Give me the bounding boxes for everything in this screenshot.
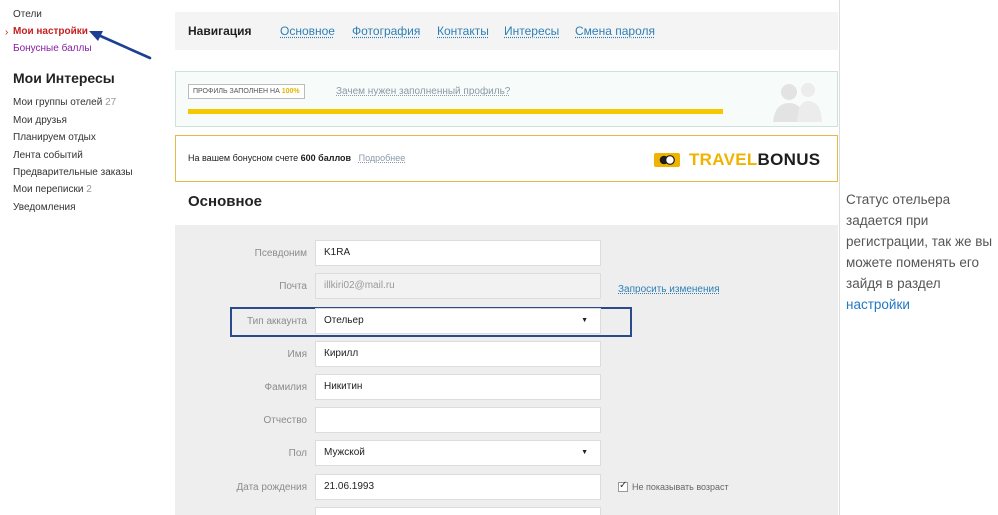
account-type-value: Отельер (324, 315, 364, 326)
active-marker-icon: › (5, 27, 9, 38)
badge-label: ПРОФИЛЬ ЗАПОЛНЕН НА (193, 88, 280, 95)
gender-value: Мужской (324, 447, 365, 458)
patronymic-input[interactable] (315, 407, 601, 433)
section-title: Основное (188, 193, 263, 210)
interests-heading: Мои Интересы (13, 70, 115, 86)
last-name-input[interactable]: Никитин (315, 374, 601, 400)
bonus-balance-text: На вашем бонусном счете 600 баллов Подро… (188, 153, 405, 163)
chevron-down-icon: ▼ (581, 317, 588, 324)
logo-travel-text: TRAVEL (689, 150, 758, 169)
hide-age-label: Не показывать возраст (632, 482, 729, 492)
tab-change-password[interactable]: Смена пароля (575, 24, 655, 38)
last-name-label: Фамилия (264, 382, 307, 393)
bonus-account-box: На вашем бонусном счете 600 баллов Подро… (175, 135, 838, 182)
profile-progress-bar (188, 109, 723, 114)
gender-select[interactable]: Мужской ▼ (315, 440, 601, 466)
badge-percent: 100% (281, 88, 300, 95)
sidebar-link-bonus-points[interactable]: Бонусные баллы (13, 42, 92, 55)
sidebar-item-label: Мои группы отелей (13, 97, 103, 108)
travelbonus-logo: TRAVEL BONUS (654, 150, 820, 170)
chevron-down-icon: ▼ (581, 449, 588, 456)
profile-completion-badge: ПРОФИЛЬ ЗАПОЛНЕН НА 100% (188, 84, 305, 99)
sidebar-link-hotels[interactable]: Отели (13, 8, 42, 21)
tab-basic[interactable]: Основное (280, 24, 335, 38)
checkbox-checked-icon (618, 480, 628, 492)
sidebar-item-preorders[interactable]: Предварительные заказы (13, 166, 133, 179)
tab-contacts[interactable]: Контакты (437, 24, 489, 38)
sidebar-item-event-feed[interactable]: Лента событий (13, 149, 83, 162)
patronymic-label: Отчество (263, 415, 307, 426)
request-change-link[interactable]: Запросить изменения (618, 284, 720, 295)
email-field: illkiri02@mail.ru (315, 273, 601, 299)
settings-link[interactable]: настройки (846, 297, 910, 312)
profile-form: Псевдоним K1RA Почта illkiri02@mail.ru З… (175, 225, 838, 515)
tab-photo[interactable]: Фотография (352, 24, 420, 38)
sidebar-link-my-settings[interactable]: Мои настройки (13, 25, 88, 38)
sidebar-item-friends[interactable]: Мои друзья (13, 114, 67, 127)
progress-fill (188, 109, 723, 114)
sidebar-item-planning[interactable]: Планируем отдых (13, 131, 96, 144)
first-name-input[interactable]: Кирилл (315, 341, 601, 367)
profile-completion-box: ПРОФИЛЬ ЗАПОЛНЕН НА 100% Зачем нужен зап… (175, 71, 838, 127)
nickname-input[interactable]: K1RA (315, 240, 601, 266)
annotation-note: Статус отельера задается при регистрации… (846, 189, 996, 315)
first-name-label: Имя (287, 349, 307, 360)
account-type-select[interactable]: Отельер ▼ (315, 308, 601, 334)
navigation-title: Навигация (188, 24, 252, 38)
hide-age-checkbox[interactable]: Не показывать возраст (618, 480, 729, 492)
sidebar-item-count: 2 (86, 184, 92, 195)
travelbonus-mark-icon (654, 153, 680, 167)
nickname-label: Псевдоним (254, 248, 307, 259)
sidebar-item-messages[interactable]: Мои переписки 2 (13, 183, 92, 196)
sidebar-item-hotel-groups[interactable]: Мои группы отелей 27 (13, 96, 116, 109)
why-profile-link[interactable]: Зачем нужен заполненный профиль? (336, 86, 510, 97)
email-label: Почта (279, 281, 307, 292)
bonus-more-link[interactable]: Подробнее (359, 153, 406, 163)
sidebar-item-notifications[interactable]: Уведомления (13, 201, 76, 214)
main-panel: Навигация Основное Фотография Контакты И… (175, 0, 838, 515)
annotation-note-text: Статус отельера задается при регистрации… (846, 192, 993, 291)
next-field-input[interactable] (315, 507, 601, 515)
sidebar-item-label: Мои переписки (13, 184, 84, 195)
sidebar-item-count: 27 (105, 97, 117, 108)
account-type-label: Тип аккаунта (247, 316, 307, 327)
navigation-bar: Навигация Основное Фотография Контакты И… (175, 12, 838, 50)
logo-bonus-text: BONUS (757, 150, 821, 169)
annotation-arrow-icon (89, 31, 152, 60)
birth-date-input[interactable]: 21.06.1993 (315, 474, 601, 500)
users-icon (773, 83, 822, 122)
birth-date-label: Дата рождения (236, 482, 307, 493)
tab-interests[interactable]: Интересы (504, 24, 559, 38)
bonus-points-value: 600 баллов (300, 153, 352, 163)
gender-label: Пол (288, 448, 307, 459)
bonus-label: На вашем бонусном счете (188, 153, 299, 163)
page-divider (839, 0, 840, 515)
